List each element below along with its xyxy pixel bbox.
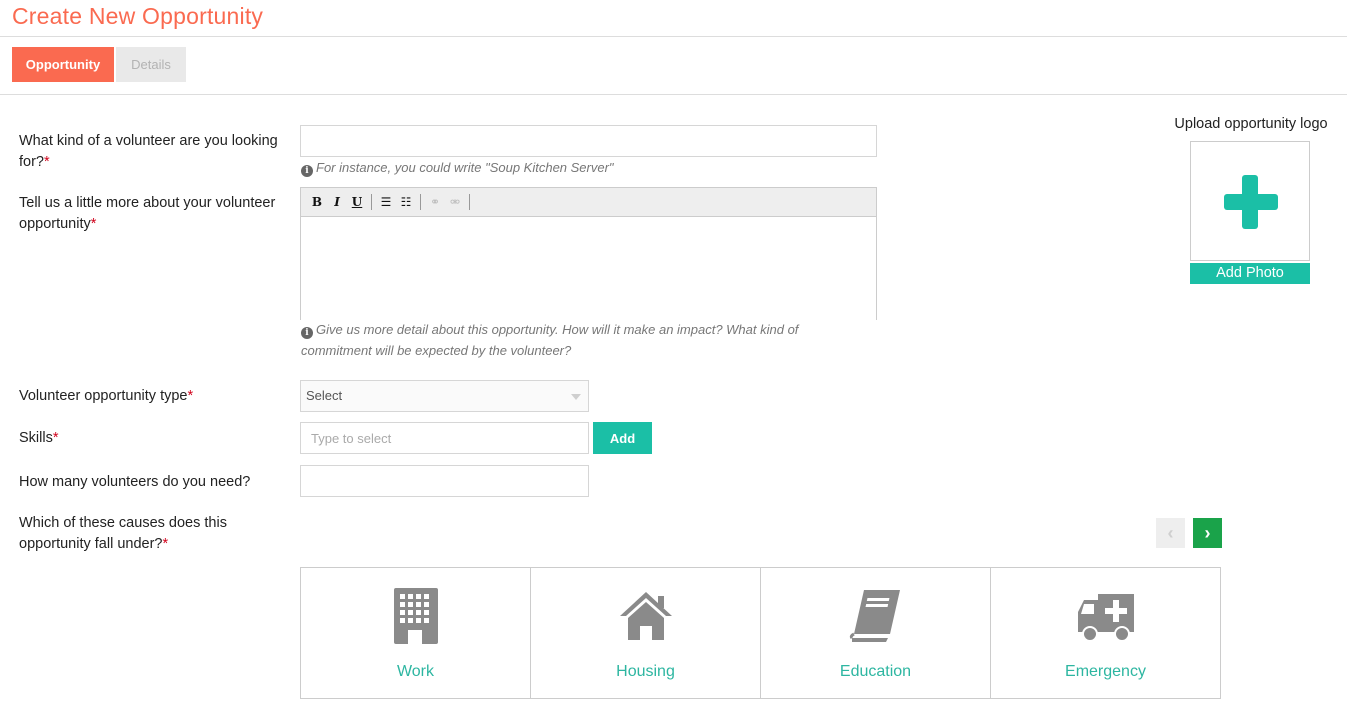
editor-toolbar: B I U ☰ ☷ ⚭ ⚮ — [301, 188, 876, 217]
underline-icon[interactable]: U — [347, 192, 367, 212]
header-divider — [0, 36, 1347, 37]
cause-housing[interactable]: Housing — [531, 568, 761, 698]
causes-next-button[interactable]: › — [1193, 518, 1222, 548]
cause-work[interactable]: Work — [301, 568, 531, 698]
add-photo-button[interactable]: Add Photo — [1190, 263, 1310, 284]
required-mark: * — [187, 388, 194, 404]
skills-input[interactable] — [300, 422, 589, 454]
opportunity-type-label: Volunteer opportunity type* — [19, 388, 194, 404]
office-building-icon — [393, 588, 438, 644]
bold-icon[interactable]: B — [307, 192, 327, 212]
upload-logo-box[interactable] — [1190, 141, 1310, 261]
numbered-list-icon[interactable]: ☷ — [396, 192, 416, 212]
description-editor: B I U ☰ ☷ ⚭ ⚮ — [300, 187, 877, 320]
upload-logo-title: Upload opportunity logo — [1174, 116, 1328, 132]
description-textarea[interactable] — [301, 217, 876, 320]
bullet-list-icon[interactable]: ☰ — [376, 192, 396, 212]
book-icon — [849, 590, 900, 642]
cause-emergency[interactable]: Emergency — [991, 568, 1220, 698]
add-skill-button[interactable]: Add — [593, 422, 652, 454]
plus-icon-bar — [1224, 194, 1278, 210]
chevron-down-icon — [571, 394, 581, 400]
volunteer-kind-input[interactable] — [300, 125, 877, 157]
cause-label: Education — [839, 663, 912, 680]
skills-label: Skills* — [19, 430, 59, 446]
selected-value: Select — [306, 388, 343, 403]
info-icon: i — [301, 165, 313, 177]
tabs-divider — [0, 94, 1347, 95]
page-title: Create New Opportunity — [12, 3, 264, 29]
ambulance-icon — [1077, 594, 1134, 642]
description-hint: i Give us more detail about this opportun… — [301, 322, 799, 358]
toolbar-separator — [420, 194, 421, 210]
required-mark: * — [44, 154, 50, 170]
toolbar-separator — [469, 194, 470, 210]
cause-label: Emergency — [1065, 663, 1146, 680]
italic-icon[interactable]: I — [327, 192, 347, 212]
toolbar-separator — [371, 194, 372, 210]
required-mark: * — [52, 430, 59, 446]
causes-prev-button[interactable]: ‹ — [1156, 518, 1185, 548]
tab-opportunity[interactable]: Opportunity — [12, 47, 114, 82]
house-icon — [619, 592, 672, 640]
info-icon: i — [301, 327, 313, 339]
link-icon[interactable]: ⚭ — [425, 192, 445, 212]
causes-label: Which of these causes does this opportun… — [19, 515, 227, 552]
chevron-left-icon: ‹ — [1167, 522, 1174, 543]
volunteer-count-label: How many volunteers do you need? — [19, 474, 251, 490]
required-mark: * — [90, 216, 97, 232]
volunteer-count-input[interactable] — [300, 465, 589, 497]
cause-label: Housing — [616, 663, 675, 680]
description-label: Tell us a little more about your volunte… — [19, 195, 276, 232]
cause-education[interactable]: Education — [761, 568, 991, 698]
opportunity-type-select[interactable]: Select — [300, 380, 589, 412]
unlink-icon[interactable]: ⚮ — [445, 192, 465, 212]
tab-details[interactable]: Details — [116, 47, 186, 82]
chevron-right-icon: › — [1204, 522, 1211, 543]
volunteer-kind-hint: i For instance, you could write "Soup Kit… — [301, 157, 614, 178]
causes-grid: Work Housing Education Emergency — [300, 567, 1221, 699]
required-mark: * — [162, 536, 169, 552]
cause-label: Work — [396, 663, 435, 680]
volunteer-kind-label: What kind of a volunteer are you looking… — [19, 133, 278, 170]
